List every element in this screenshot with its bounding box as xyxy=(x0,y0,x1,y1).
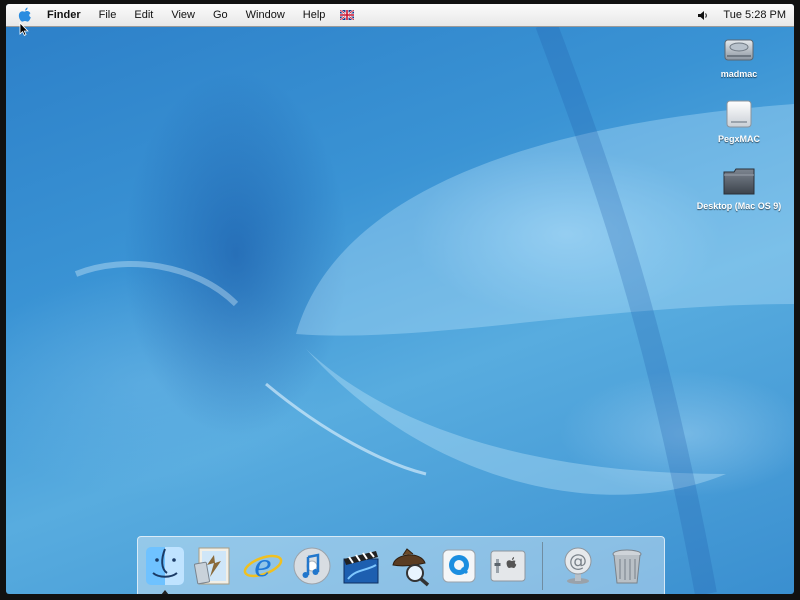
external-drive-icon xyxy=(726,100,752,128)
menu-bar: Finder File Edit View Go Window Help Tue… xyxy=(6,4,794,27)
dock-item-mail-access[interactable]: @ xyxy=(555,541,601,591)
wallpaper-swoosh xyxy=(74,20,794,594)
dock-separator xyxy=(542,541,543,590)
desktop-icon-madmac[interactable]: madmac xyxy=(684,32,794,79)
internet-explorer-icon: e xyxy=(243,549,283,584)
at-sign-icon: @ xyxy=(564,547,592,584)
menu-edit[interactable]: Edit xyxy=(125,4,162,26)
menu-file[interactable]: File xyxy=(90,4,126,26)
imovie-icon xyxy=(343,550,379,583)
menu-finder[interactable]: Finder xyxy=(38,4,90,26)
desktop[interactable]: Finder File Edit View Go Window Help Tue… xyxy=(6,4,794,594)
dock-item-itunes[interactable] xyxy=(289,541,335,591)
hard-drive-icon xyxy=(724,39,754,61)
quicktime-icon xyxy=(442,549,476,582)
dock: e @ xyxy=(137,536,665,594)
system-preferences-icon xyxy=(490,550,526,581)
dock-item-quicktime[interactable] xyxy=(436,541,482,591)
menu-help[interactable]: Help xyxy=(294,4,335,26)
menu-go[interactable]: Go xyxy=(204,4,237,26)
folder-icon xyxy=(723,168,755,195)
itunes-icon xyxy=(293,547,331,584)
finder-icon xyxy=(146,546,184,585)
trash-icon xyxy=(612,549,642,583)
svg-text:e: e xyxy=(254,549,272,584)
menu-view[interactable]: View xyxy=(162,4,204,26)
running-indicator xyxy=(161,589,169,594)
dock-item-internet-explorer[interactable]: e xyxy=(240,541,286,591)
speaker-icon[interactable] xyxy=(697,10,709,21)
svg-text:@: @ xyxy=(569,551,587,572)
desktop-icon-pegxmac[interactable]: PegxMAC xyxy=(684,97,794,144)
mouse-cursor-icon xyxy=(19,22,29,36)
mail-icon xyxy=(194,547,230,584)
menubar-clock[interactable]: Tue 5:28 PM xyxy=(709,9,786,21)
dock-item-system-preferences[interactable] xyxy=(485,541,531,591)
dock-item-mail[interactable] xyxy=(191,541,237,591)
desktop-icon-label: madmac xyxy=(720,69,758,79)
menu-window[interactable]: Window xyxy=(237,4,294,26)
flag-icon[interactable] xyxy=(340,10,355,20)
desktop-icon-label: PegxMAC xyxy=(717,134,760,144)
dock-item-imovie[interactable] xyxy=(338,541,384,591)
sherlock-icon xyxy=(392,547,430,586)
dock-item-trash[interactable] xyxy=(604,541,650,591)
desktop-icon-label: Desktop (Mac OS 9) xyxy=(696,201,782,211)
desktop-icon-os9-folder[interactable]: Desktop (Mac OS 9) xyxy=(684,164,794,211)
dock-item-finder[interactable] xyxy=(142,541,188,594)
dock-item-sherlock[interactable] xyxy=(387,541,433,591)
